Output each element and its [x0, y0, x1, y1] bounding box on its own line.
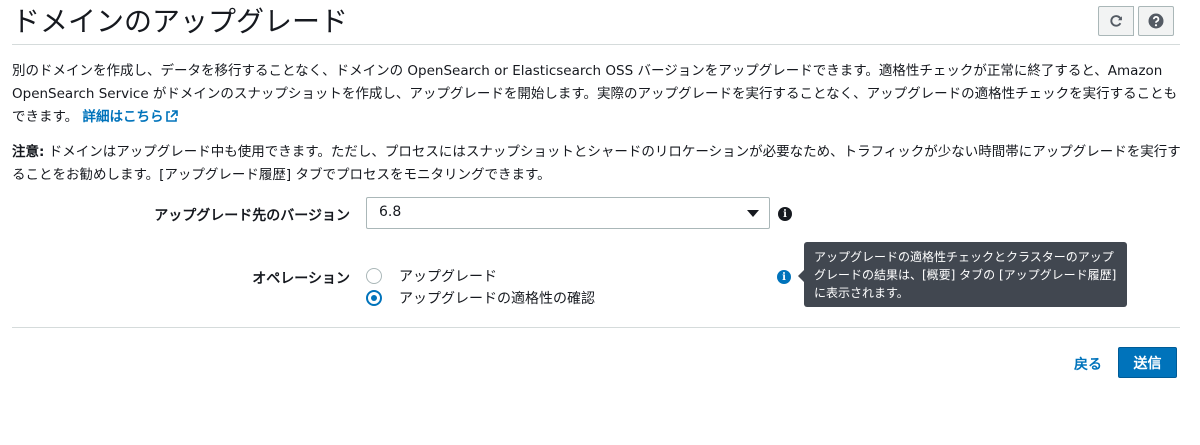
help-icon [1148, 13, 1164, 29]
note-text: ドメインはアップグレード中も使用できます。ただし、プロセスにはスナップショットと… [12, 144, 1181, 183]
refresh-button[interactable] [1098, 6, 1134, 36]
radio-upgrade-label[interactable]: アップグレード [399, 266, 497, 286]
caret-down-icon [747, 210, 759, 217]
learn-more-label: 詳細はこちら [82, 109, 164, 125]
submit-button[interactable]: 送信 [1118, 347, 1177, 378]
note-label: 注意: [12, 144, 45, 160]
radio-eligibility-check[interactable] [366, 290, 382, 306]
refresh-icon [1110, 15, 1122, 27]
back-button[interactable]: 戻る [1074, 354, 1102, 374]
note-paragraph: 注意: ドメインはアップグレード中も使用できます。ただし、プロセスにはスナップシ… [12, 141, 1182, 187]
operation-tooltip: アップグレードの適格性チェックとクラスターのアップグレードの結果は、[概要] タ… [798, 242, 1127, 307]
intro-text: 別のドメインを作成し、データを移行することなく、ドメインの OpenSearch… [12, 63, 1178, 125]
version-select-value: 6.8 [379, 204, 402, 220]
intro-paragraph: 別のドメインを作成し、データを移行することなく、ドメインの OpenSearch… [12, 60, 1182, 129]
version-info-icon[interactable]: i [778, 207, 792, 221]
learn-more-link[interactable]: 詳細はこちら [82, 109, 179, 125]
external-link-icon [166, 110, 179, 122]
radio-upgrade[interactable] [366, 268, 382, 284]
footer-divider [12, 327, 1180, 328]
operation-info-icon[interactable]: i [777, 270, 791, 284]
radio-eligibility-check-label[interactable]: アップグレードの適格性の確認 [399, 288, 595, 308]
help-button[interactable] [1138, 6, 1174, 36]
page-header: ドメインのアップグレード [12, 0, 1180, 45]
operation-label: オペレーション [252, 271, 350, 287]
version-select[interactable]: 6.8 [366, 197, 770, 229]
page-title: ドメインのアップグレード [12, 5, 349, 38]
version-label: アップグレード先のバージョン [154, 208, 350, 224]
